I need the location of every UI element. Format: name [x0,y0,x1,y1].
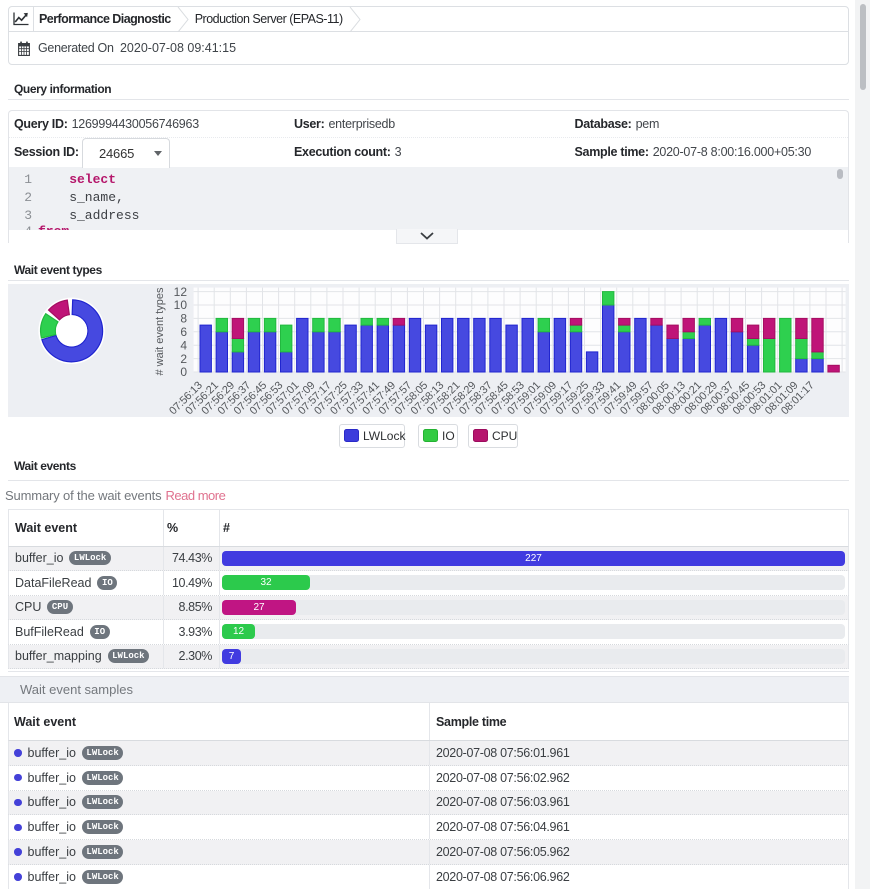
svg-text:10: 10 [174,298,188,312]
svg-text:0: 0 [180,365,187,379]
svg-text:4: 4 [180,338,187,352]
svg-text:6: 6 [180,325,187,339]
svg-text:12: 12 [174,285,188,299]
svg-text:2: 2 [180,352,187,366]
svg-text:8: 8 [180,312,187,326]
svg-text:# wait event types: # wait event types [154,287,166,376]
